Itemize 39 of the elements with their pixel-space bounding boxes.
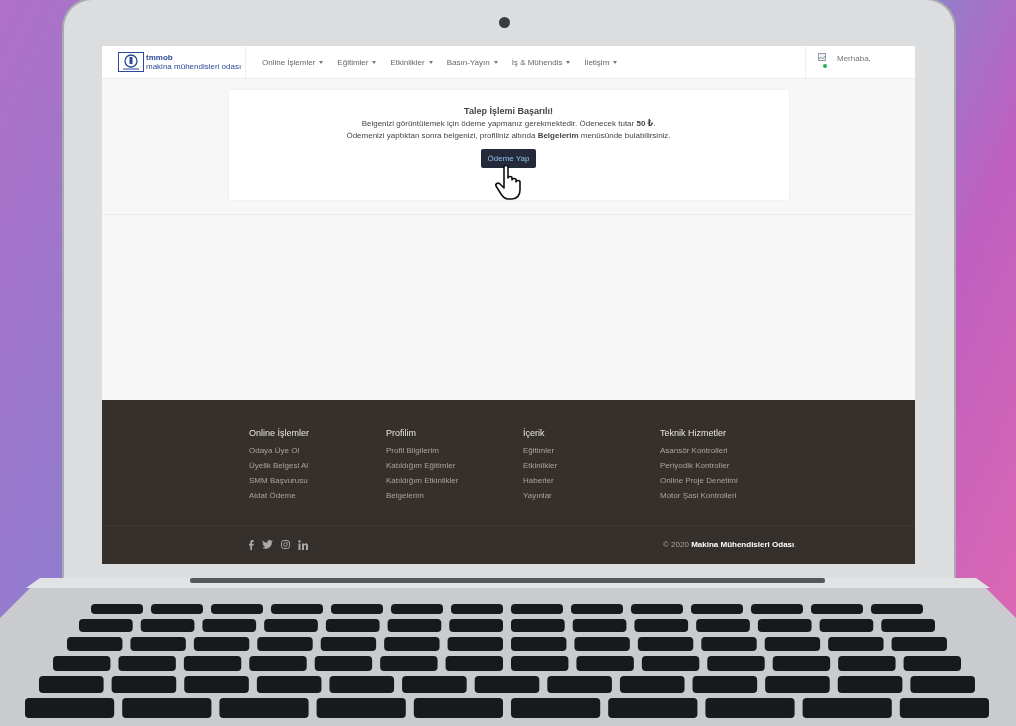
footer-link[interactable]: Üyelik Belgesi Al bbox=[249, 458, 386, 473]
footer-link[interactable]: Odaya Üye Ol bbox=[249, 443, 386, 458]
footer-link[interactable]: Katıldığım Eğitimler bbox=[386, 458, 523, 473]
menu-item[interactable]: Etkinlikler bbox=[390, 57, 433, 67]
greeting-text: Merhaba, bbox=[837, 53, 871, 65]
logo-icon bbox=[118, 52, 144, 72]
message-title: Talep İşlemi Başarılı! bbox=[464, 106, 553, 116]
message-text: Ödemenizi yaptıktan sonra belgenizi, profiliniz altında Belgelerim menüsünde bulabilirsiniz. bbox=[346, 131, 671, 140]
menu-item[interactable]: İletişim bbox=[584, 57, 618, 67]
footer-link[interactable]: Online Proje Denetimi bbox=[660, 473, 797, 488]
footer-link[interactable]: Profil Bilgilerim bbox=[386, 443, 523, 458]
footer-link[interactable]: Periyodik Kontroller bbox=[660, 458, 797, 473]
menu-item[interactable]: Eğitimler bbox=[337, 57, 377, 67]
menu-item[interactable]: Online İşlemler bbox=[262, 57, 324, 67]
logo-subtitle: makina mühendisleri odası bbox=[146, 62, 242, 71]
linkedin-icon[interactable] bbox=[298, 539, 308, 550]
footer-link[interactable]: Asansör Kontrolleri bbox=[660, 443, 797, 458]
copyright-text: © 2020 Makina Mühendisleri Odası. bbox=[663, 540, 797, 549]
footer-link[interactable]: Belgelerim bbox=[386, 488, 523, 503]
message-text: Belgenizi görüntülemek için ödeme yapmanız gerekmektedir. Ödenecek tutar 50 ₺. bbox=[361, 119, 656, 128]
menu-item[interactable]: İş & Mühendis bbox=[511, 57, 571, 67]
facebook-icon[interactable] bbox=[249, 539, 254, 550]
footer-heading: Online İşlemler bbox=[249, 428, 311, 438]
broken-image-icon bbox=[817, 53, 826, 61]
menu-item[interactable]: Basın-Yayın bbox=[446, 57, 498, 67]
logo-text: tmmob bbox=[146, 53, 174, 62]
footer-link[interactable]: SMM Başvurusu bbox=[249, 473, 386, 488]
footer-link[interactable]: Motor Şasi Kontrolleri bbox=[660, 488, 797, 503]
bird-icon[interactable] bbox=[262, 540, 273, 549]
footer-link[interactable]: Eğitimler bbox=[523, 443, 660, 458]
footer-link[interactable]: Aidat Ödeme bbox=[249, 488, 386, 503]
footer-heading: Teknik Hizmetler bbox=[660, 428, 727, 438]
footer-link[interactable]: Etkinlikler bbox=[523, 458, 660, 473]
footer-heading: Profilim bbox=[386, 428, 417, 438]
footer-heading: İçerik bbox=[523, 428, 546, 438]
pay-button[interactable]: Ödeme Yap bbox=[480, 149, 537, 168]
footer-link[interactable]: Katıldığım Etkinlikler bbox=[386, 473, 523, 488]
footer-link[interactable]: Yayınlar bbox=[523, 488, 660, 503]
footer-link[interactable]: Haberler bbox=[523, 473, 660, 488]
